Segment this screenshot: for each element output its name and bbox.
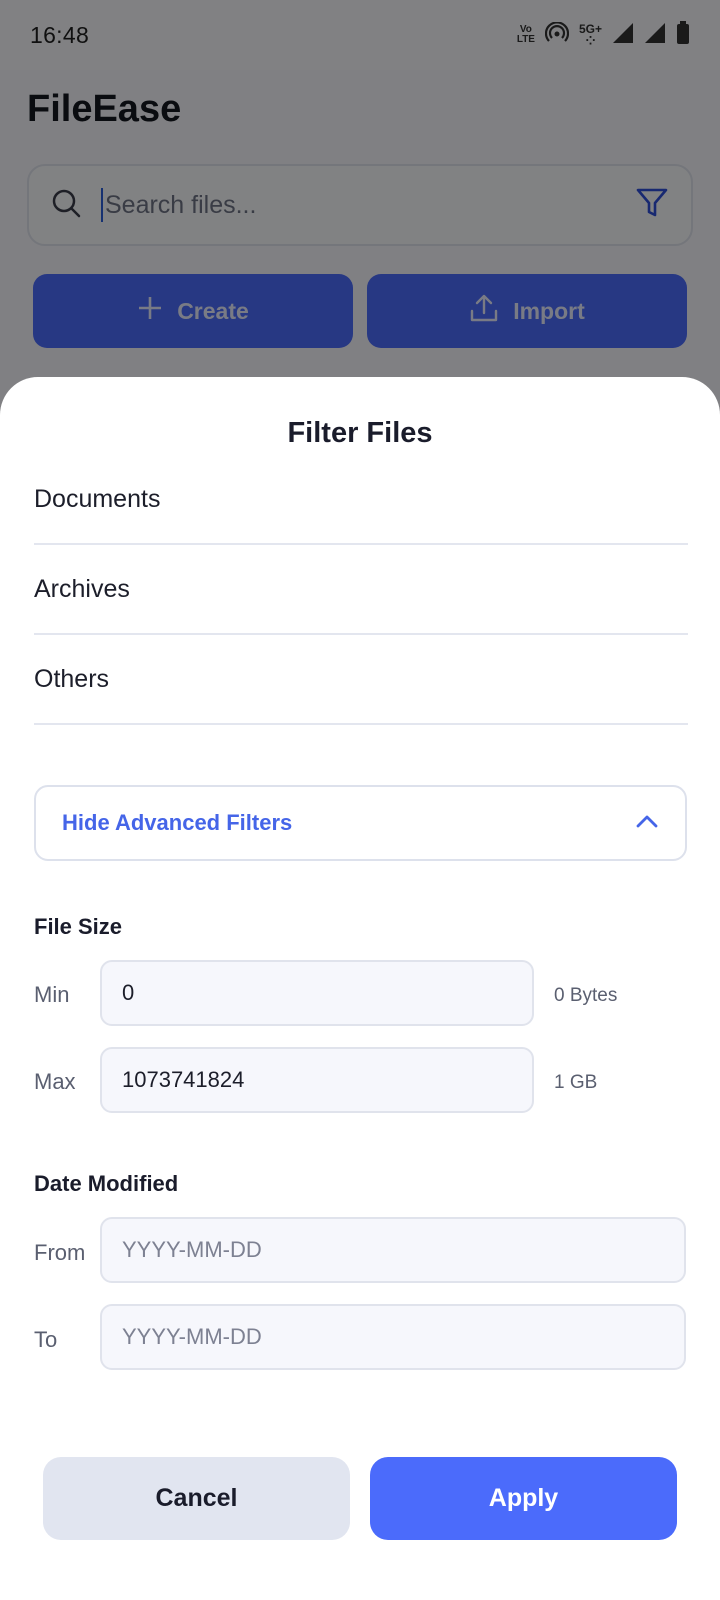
max-size-input[interactable]: 1073741824 — [100, 1047, 534, 1113]
category-others[interactable]: Others — [34, 635, 688, 725]
date-to-label: To — [34, 1327, 58, 1352]
cancel-button[interactable]: Cancel — [43, 1457, 350, 1540]
date-from-label: From — [34, 1240, 86, 1265]
min-size-label: Min — [34, 982, 70, 1007]
min-size-input[interactable]: 0 — [100, 960, 534, 1026]
chevron-up-icon — [635, 813, 659, 834]
date-modified-heading: Date Modified — [34, 1171, 179, 1196]
advanced-filters-label: Hide Advanced Filters — [62, 810, 293, 835]
apply-button[interactable]: Apply — [370, 1457, 677, 1540]
file-size-heading: File Size — [34, 914, 123, 939]
sheet-title: Filter Files — [287, 417, 433, 449]
advanced-filters-toggle[interactable]: Hide Advanced Filters — [34, 785, 687, 861]
max-size-hint: 1 GB — [554, 1072, 598, 1093]
min-size-hint: 0 Bytes — [554, 985, 618, 1006]
category-documents[interactable]: Documents — [34, 455, 688, 545]
category-archives[interactable]: Archives — [34, 545, 688, 635]
date-from-input[interactable]: YYYY-MM-DD — [100, 1217, 686, 1283]
date-to-input[interactable]: YYYY-MM-DD — [100, 1304, 686, 1370]
filter-sheet: Filter Files Documents Archives Others H… — [0, 377, 720, 1600]
max-size-label: Max — [34, 1069, 76, 1094]
